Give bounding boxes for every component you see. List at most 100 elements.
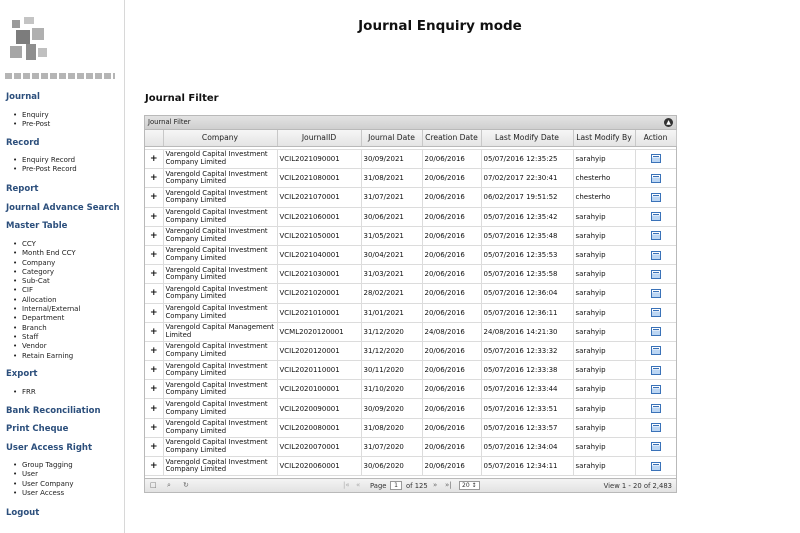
- nav-month-end-ccy[interactable]: Month End CCY: [13, 249, 80, 259]
- nav-report[interactable]: Report: [6, 184, 39, 194]
- rows-per-page-select[interactable]: 20 ↕: [459, 481, 480, 490]
- nav-sub-cat[interactable]: Sub-Cat: [13, 277, 80, 287]
- column-header-last-modify-date[interactable]: Last Modify Date: [481, 130, 574, 147]
- edit-icon[interactable]: [650, 346, 661, 356]
- nav-user[interactable]: User: [13, 470, 73, 480]
- nav-department[interactable]: Department: [13, 314, 80, 324]
- nav-company[interactable]: Company: [13, 259, 80, 269]
- table-row[interactable]: + Varengold Capital Investment Company Li…: [145, 360, 676, 381]
- nav-staff[interactable]: Staff: [13, 333, 80, 343]
- expand-row-button[interactable]: +: [145, 341, 164, 362]
- nav-print-cheque[interactable]: Print Cheque: [6, 424, 68, 434]
- nav-branch[interactable]: Branch: [13, 324, 80, 334]
- edit-icon[interactable]: [650, 192, 661, 202]
- nav-journal-enquiry[interactable]: Enquiry: [13, 111, 50, 121]
- edit-icon[interactable]: [650, 442, 661, 452]
- expand-row-button[interactable]: +: [145, 322, 164, 342]
- edit-icon[interactable]: [650, 288, 661, 298]
- table-row[interactable]: + Varengold Capital Management Limited VCM…: [145, 322, 676, 342]
- nav-logout[interactable]: Logout: [6, 508, 39, 518]
- nav-category[interactable]: Category: [13, 268, 80, 278]
- nav-journal[interactable]: Journal: [6, 92, 40, 102]
- column-header-journal-id[interactable]: JournalID: [277, 130, 362, 147]
- nav-frr[interactable]: FRR: [13, 388, 36, 398]
- edit-icon[interactable]: [650, 384, 661, 394]
- table-row[interactable]: + Varengold Capital Investment Company Li…: [145, 168, 676, 189]
- nav-user-company[interactable]: User Company: [13, 480, 74, 490]
- column-header-company[interactable]: Company: [163, 130, 278, 147]
- table-row[interactable]: + Varengold Capital Investment Company Li…: [145, 456, 676, 477]
- edit-icon[interactable]: [650, 327, 661, 337]
- expand-row-button[interactable]: +: [145, 168, 164, 189]
- expand-row-button[interactable]: +: [145, 379, 164, 400]
- table-row[interactable]: + Varengold Capital Investment Company Li…: [145, 398, 676, 419]
- next-page-icon[interactable]: »: [433, 481, 437, 489]
- nav-cif[interactable]: CIF: [13, 286, 80, 296]
- nav-journal-pre-post[interactable]: Pre-Post: [13, 120, 50, 130]
- table-row[interactable]: + Varengold Capital Investment Company Li…: [145, 187, 676, 208]
- table-row[interactable]: + Varengold Capital Investment Company Li…: [145, 418, 676, 438]
- table-row[interactable]: + Varengold Capital Investment Company Li…: [145, 149, 676, 170]
- table-row[interactable]: + Varengold Capital Investment Company Li…: [145, 379, 676, 400]
- column-header-creation-date[interactable]: Creation Date: [422, 130, 482, 147]
- expand-row-button[interactable]: +: [145, 283, 164, 304]
- expand-row-button[interactable]: +: [145, 226, 164, 246]
- expand-row-button[interactable]: +: [145, 149, 164, 170]
- expand-row-button[interactable]: +: [145, 264, 164, 285]
- expand-row-button[interactable]: +: [145, 245, 164, 266]
- edit-icon[interactable]: [650, 365, 661, 375]
- nav-bank-reconciliation[interactable]: Bank Reconciliation: [6, 406, 101, 416]
- nav-record[interactable]: Record: [6, 138, 39, 148]
- edit-icon[interactable]: [650, 269, 661, 279]
- edit-icon[interactable]: [650, 154, 661, 164]
- last-page-icon[interactable]: »|: [445, 481, 452, 489]
- nav-user-access-right[interactable]: User Access Right: [6, 443, 92, 453]
- add-icon[interactable]: □: [150, 481, 157, 489]
- column-header-last-modify-by[interactable]: Last Modify By: [573, 130, 636, 147]
- nav-enquiry-record[interactable]: Enquiry Record: [13, 156, 77, 166]
- collapse-icon[interactable]: ▲: [664, 118, 673, 127]
- edit-icon[interactable]: [650, 423, 661, 433]
- grid-body[interactable]: + Varengold Capital Investment Company Li…: [145, 147, 676, 480]
- nav-ccy[interactable]: CCY: [13, 240, 80, 250]
- table-row[interactable]: + Varengold Capital Investment Company Li…: [145, 437, 676, 458]
- nav-group-tagging[interactable]: Group Tagging: [13, 461, 73, 471]
- nav-retain-earning[interactable]: Retain Earning: [13, 352, 80, 362]
- expand-row-button[interactable]: +: [145, 303, 164, 323]
- table-row[interactable]: + Varengold Capital Investment Company Li…: [145, 226, 676, 246]
- prev-page-icon[interactable]: «: [356, 481, 360, 489]
- edit-icon[interactable]: [650, 308, 661, 318]
- nav-export[interactable]: Export: [6, 369, 37, 379]
- table-row[interactable]: + Varengold Capital Investment Company Li…: [145, 283, 676, 304]
- expand-row-button[interactable]: +: [145, 187, 164, 208]
- first-page-icon[interactable]: |«: [343, 481, 350, 489]
- edit-icon[interactable]: [650, 173, 661, 183]
- table-row[interactable]: + Varengold Capital Investment Company Li…: [145, 264, 676, 285]
- expand-row-button[interactable]: +: [145, 437, 164, 458]
- table-row[interactable]: + Varengold Capital Investment Company Li…: [145, 207, 676, 227]
- expand-row-button[interactable]: +: [145, 398, 164, 419]
- search-icon[interactable]: ⌕: [167, 481, 171, 490]
- nav-vendor[interactable]: Vendor: [13, 342, 80, 352]
- table-row[interactable]: + Varengold Capital Investment Company Li…: [145, 341, 676, 362]
- edit-icon[interactable]: [650, 250, 661, 260]
- expand-row-button[interactable]: +: [145, 418, 164, 438]
- column-header-journal-date[interactable]: Journal Date: [361, 130, 423, 147]
- expand-row-button[interactable]: +: [145, 360, 164, 381]
- edit-icon[interactable]: [650, 404, 661, 414]
- expand-row-button[interactable]: +: [145, 456, 164, 477]
- nav-internal-external[interactable]: Internal/External: [13, 305, 80, 315]
- refresh-icon[interactable]: ↻: [183, 481, 189, 489]
- table-row[interactable]: + Varengold Capital Investment Company Li…: [145, 245, 676, 266]
- table-row[interactable]: + Varengold Capital Investment Company Li…: [145, 303, 676, 323]
- page-number-input[interactable]: 1: [390, 481, 402, 490]
- nav-journal-advance-search[interactable]: Journal Advance Search: [6, 203, 120, 213]
- edit-icon[interactable]: [650, 231, 661, 241]
- nav-allocation[interactable]: Allocation: [13, 296, 80, 306]
- nav-pre-post-record[interactable]: Pre-Post Record: [13, 165, 77, 175]
- edit-icon[interactable]: [650, 461, 661, 471]
- nav-master-table[interactable]: Master Table: [6, 221, 67, 231]
- nav-user-access[interactable]: User Access: [13, 489, 73, 499]
- expand-row-button[interactable]: +: [145, 207, 164, 227]
- edit-icon[interactable]: [650, 212, 661, 222]
